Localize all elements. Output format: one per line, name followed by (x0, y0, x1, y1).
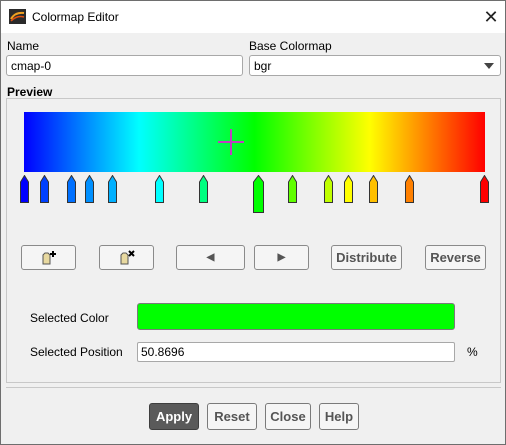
app-icon (9, 9, 26, 24)
window-title: Colormap Editor (32, 10, 119, 24)
reset-button[interactable]: Reset (207, 403, 257, 430)
close-icon[interactable]: ✕ (479, 6, 503, 28)
crosshair-icon (218, 129, 244, 155)
color-marker[interactable] (155, 175, 165, 203)
color-marker[interactable] (199, 175, 209, 203)
divider (6, 387, 501, 388)
delete-marker-button[interactable] (99, 245, 154, 270)
color-marker[interactable] (404, 175, 414, 203)
selected-color-marker[interactable] (253, 175, 264, 213)
selected-position-label: Selected Position (30, 345, 123, 359)
add-marker-icon (42, 250, 56, 264)
name-label: Name (7, 39, 40, 53)
colormap-gradient[interactable] (24, 112, 485, 172)
color-marker[interactable] (344, 175, 354, 203)
selected-position-input[interactable]: 50.8696 (137, 342, 455, 362)
selected-color-label: Selected Color (30, 311, 109, 325)
add-marker-button[interactable] (21, 245, 76, 270)
help-button[interactable]: Help (319, 403, 359, 430)
base-colormap-value: bgr (254, 59, 272, 73)
title-bar: Colormap Editor ✕ (1, 1, 505, 33)
distribute-button[interactable]: Distribute (331, 245, 402, 270)
reverse-button[interactable]: Reverse (425, 245, 486, 270)
delete-marker-icon (120, 249, 135, 264)
base-colormap-select[interactable]: bgr (249, 55, 501, 76)
color-marker[interactable] (480, 175, 489, 203)
preview-label: Preview (7, 85, 53, 99)
color-marker[interactable] (40, 175, 50, 203)
triangle-right-icon: ▶ (277, 252, 286, 263)
color-marker[interactable] (84, 175, 94, 203)
colormap-editor-window: Colormap Editor ✕ Name cmap-0 Base Color… (0, 0, 506, 445)
name-input[interactable]: cmap-0 (6, 55, 243, 76)
color-marker[interactable] (20, 175, 29, 203)
apply-button[interactable]: Apply (149, 403, 199, 430)
triangle-left-icon: ◀ (206, 252, 215, 263)
close-button[interactable]: Close (265, 403, 311, 430)
previous-marker-button[interactable]: ◀ (176, 245, 245, 270)
color-marker[interactable] (108, 175, 118, 203)
percent-unit: % (467, 345, 478, 359)
chevron-down-icon (484, 63, 494, 69)
base-colormap-label: Base Colormap (249, 39, 332, 53)
color-marker[interactable] (324, 175, 334, 203)
color-marker[interactable] (368, 175, 378, 203)
color-marker[interactable] (66, 175, 76, 203)
selected-color-swatch[interactable] (137, 303, 455, 330)
next-marker-button[interactable]: ▶ (254, 245, 309, 270)
color-marker[interactable] (288, 175, 298, 203)
